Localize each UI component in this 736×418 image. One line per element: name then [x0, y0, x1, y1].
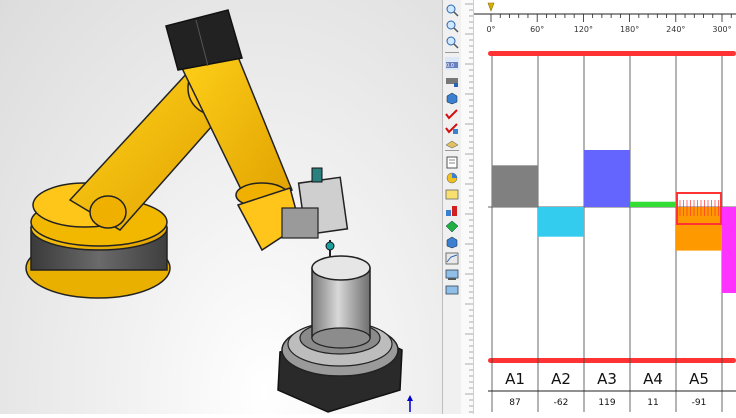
checkmark-icon[interactable] [445, 106, 459, 120]
axis-triad-icon [407, 395, 413, 412]
joint-chart-svg: 0° 60° 120° 180° 240° 300° A1 A2 A3 A4 A5 87 -62 11… [474, 2, 736, 412]
joint-label: A4 [643, 370, 663, 388]
cube-2-icon[interactable] [445, 170, 459, 184]
angle-ruler: 0° 60° 120° 180° 240° 300° [474, 2, 736, 34]
gauge-2-icon[interactable] [445, 73, 459, 87]
zoom-area-icon[interactable] [445, 18, 459, 33]
bar-a4[interactable] [630, 201, 676, 207]
ruler-tick-label: 300° [712, 25, 731, 34]
pie-icon[interactable] [445, 202, 459, 216]
joint-label: A2 [551, 370, 571, 388]
joint-label: A3 [597, 370, 617, 388]
plane-icon[interactable] [445, 134, 459, 149]
joint-label: A1 [505, 370, 525, 388]
zoom-out-icon[interactable] [445, 34, 459, 49]
diamond-icon[interactable] [445, 250, 459, 265]
note-icon[interactable] [445, 218, 459, 233]
ruler-tick-label: 120° [574, 25, 593, 34]
robot-tool-head [281, 167, 349, 258]
joint-label: A5 [689, 370, 709, 388]
upper-limit-line [488, 51, 736, 56]
joint-value: -91 [692, 398, 707, 408]
3d-viewport[interactable] [0, 0, 442, 414]
table-icon[interactable] [445, 186, 459, 200]
workpiece [277, 255, 403, 413]
bar-a6[interactable] [722, 207, 736, 293]
svg-text:0.0: 0.0 [446, 63, 454, 69]
checkmark-2-icon[interactable] [445, 120, 459, 134]
bar-a2[interactable] [538, 207, 584, 237]
lower-limit-line [488, 358, 736, 363]
ruler-tick-label: 60° [530, 25, 544, 34]
ruler-tick-label: 0° [486, 25, 495, 34]
bar-a3[interactable] [584, 149, 630, 207]
vertical-toolbar: 0.0 [442, 0, 462, 414]
robot-scene [25, 9, 413, 413]
ruler-tick-label: 180° [620, 25, 639, 34]
ruler-marker-icon[interactable] [487, 2, 495, 12]
ruler-tick-label: 240° [666, 25, 685, 34]
screen-icon[interactable] [445, 282, 459, 295]
joint-value: 119 [598, 398, 615, 408]
zoom-in-icon[interactable] [445, 2, 459, 17]
vertical-ruler [461, 0, 474, 414]
joint-value: 11 [647, 398, 658, 408]
joint-value: 87 [509, 398, 520, 408]
joint-value: -62 [554, 398, 569, 408]
joint-angle-chart: 0° 60° 120° 180° 240° 300° A1 A2 A3 A4 A5 87 -62 11… [474, 0, 736, 414]
document-icon[interactable] [445, 154, 459, 169]
cube-icon[interactable] [445, 90, 459, 105]
bar-a1[interactable] [492, 165, 538, 207]
cube-3-icon[interactable] [445, 266, 459, 280]
vertical-ruler-ticks [465, 3, 473, 413]
gauge-icon[interactable]: 0.0 [445, 57, 459, 70]
layers-icon[interactable] [445, 234, 459, 249]
